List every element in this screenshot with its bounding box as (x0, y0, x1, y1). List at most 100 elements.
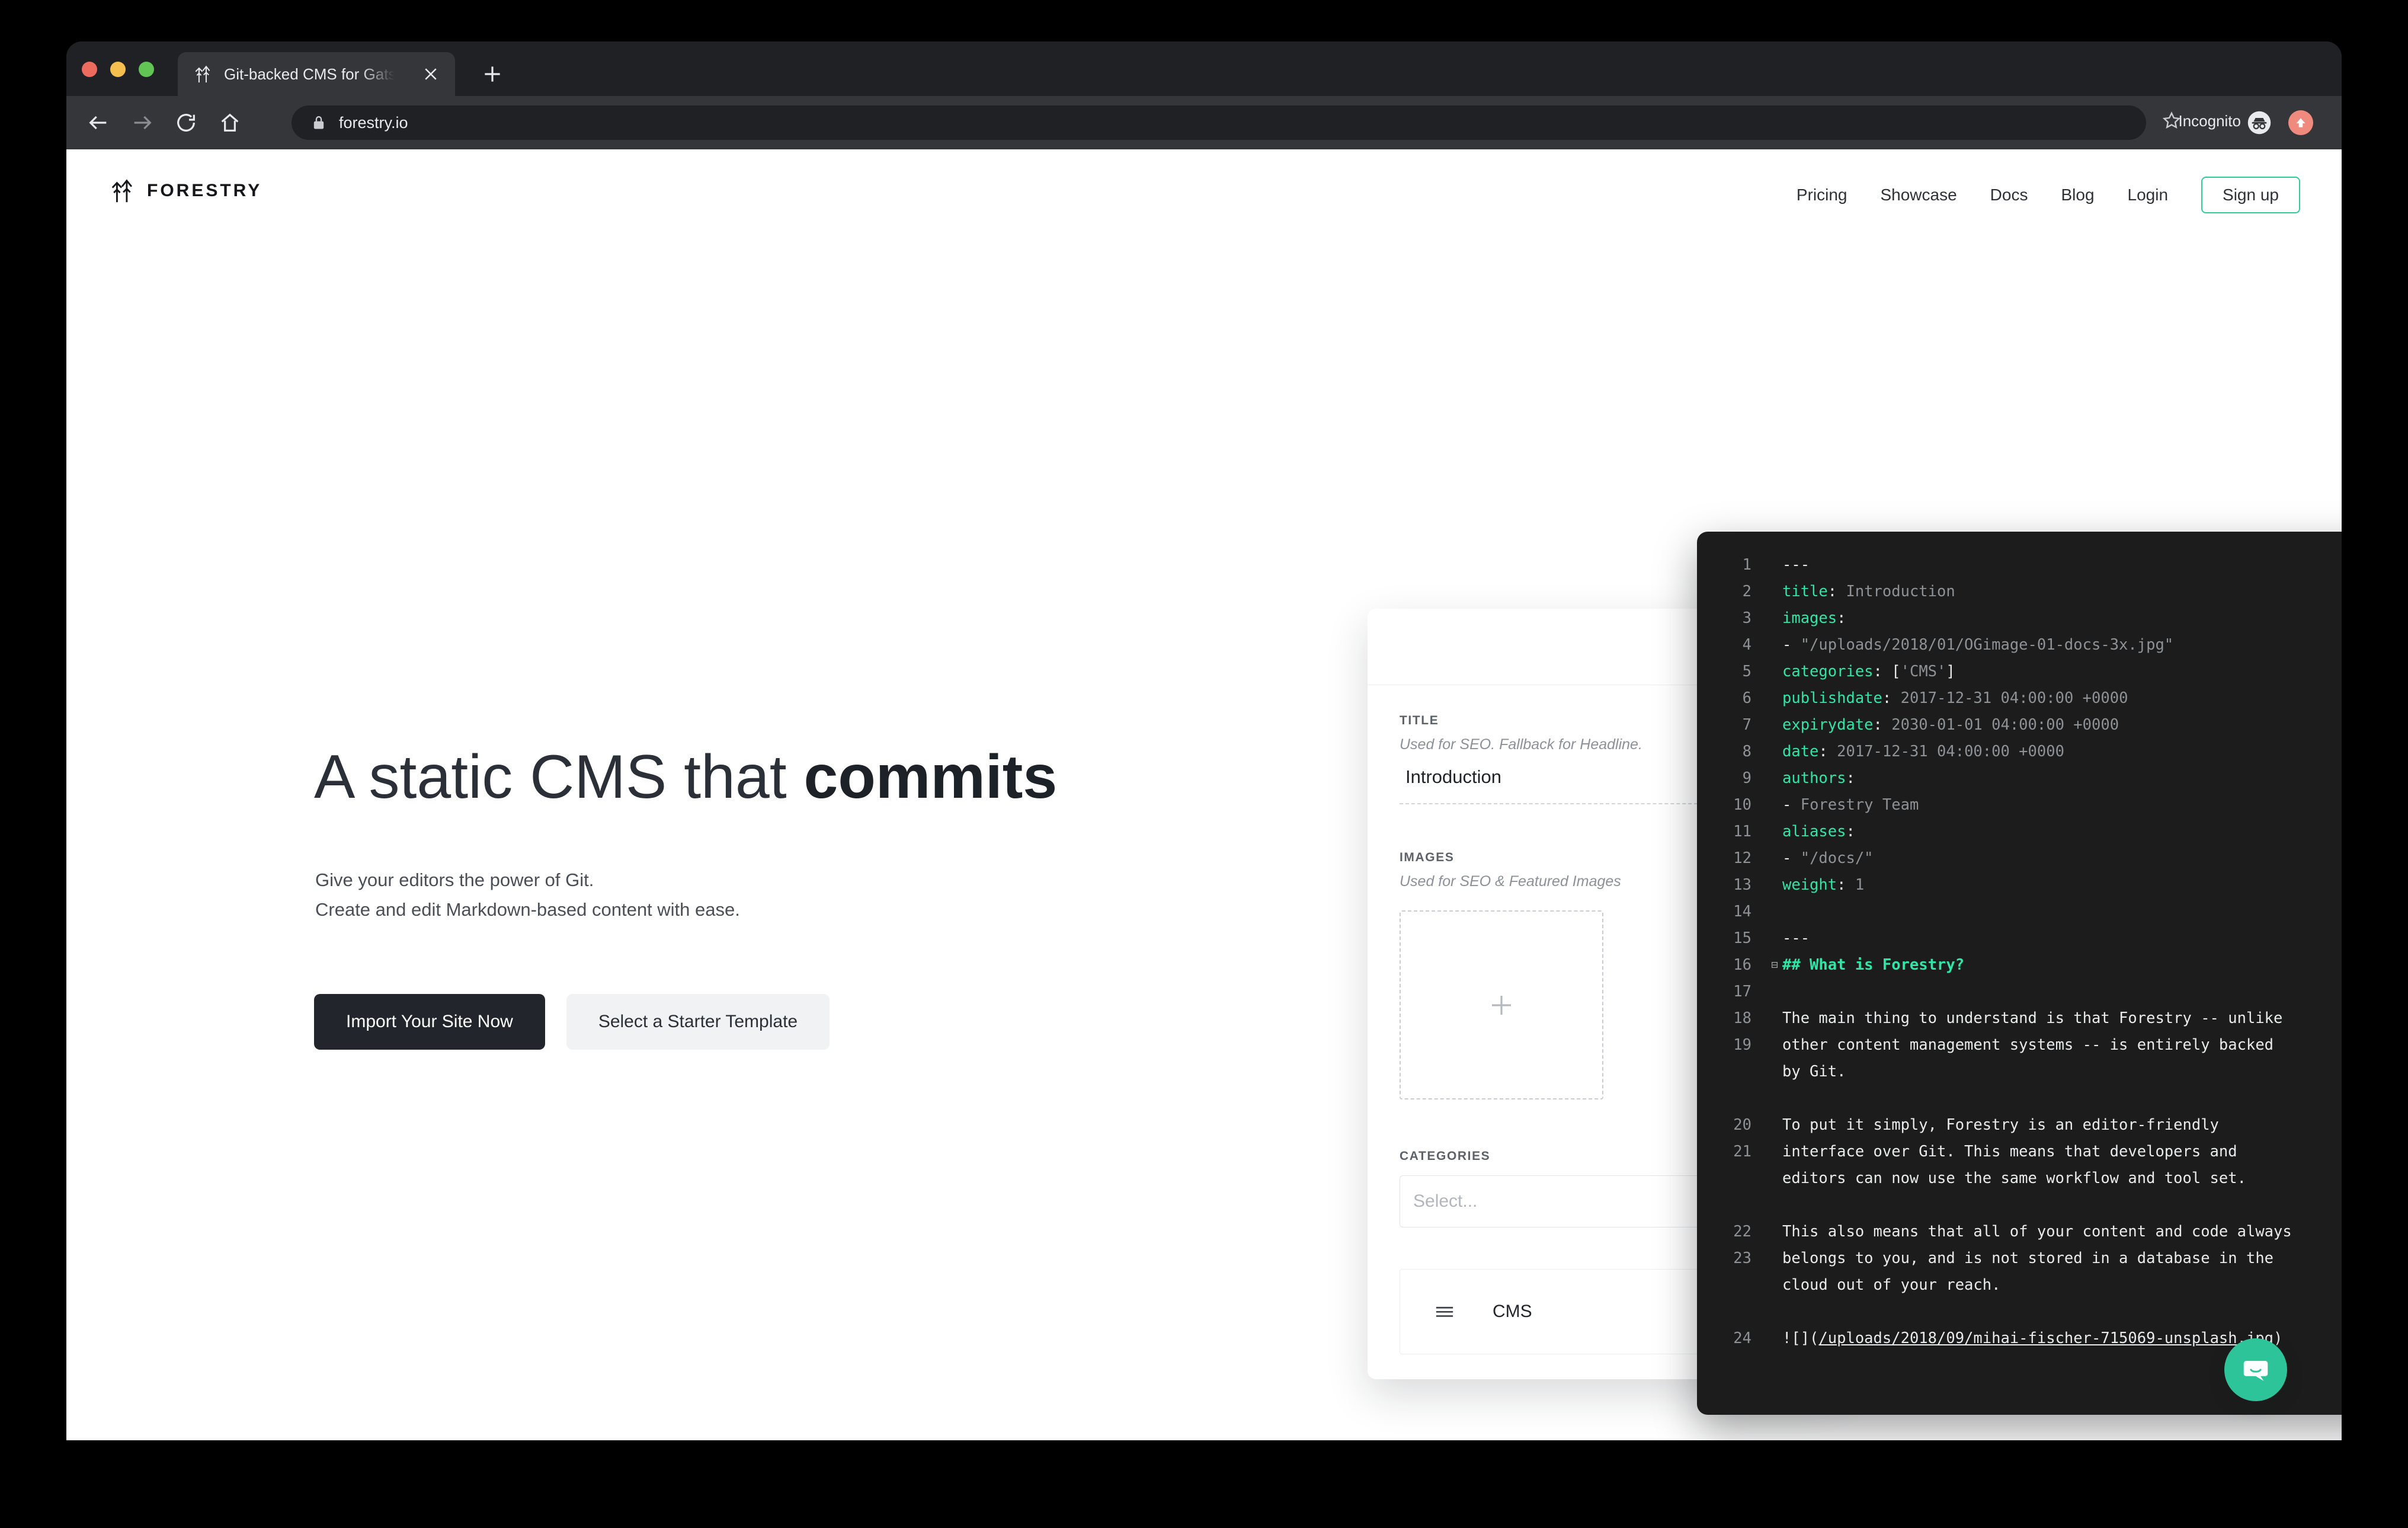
maximize-window-button[interactable] (139, 62, 154, 77)
code-line-text: aliases: (1782, 823, 1855, 840)
code-line-text: - "/uploads/2018/01/OGimage-01-docs-3x.j… (1782, 636, 2174, 654)
close-icon[interactable] (422, 65, 440, 83)
code-line: 9 authors: (1697, 765, 2342, 792)
hero-subtitle: Give your editors the power of Git. Crea… (315, 865, 740, 925)
browser-tab[interactable]: Git-backed CMS for Gatsby, Gr (178, 52, 455, 96)
reload-icon[interactable] (174, 111, 198, 135)
nav-item-showcase[interactable]: Showcase (1880, 186, 1956, 204)
category-name: CMS (1493, 1302, 1532, 1321)
code-line-number: 23 (1733, 1249, 1751, 1267)
update-arrow-icon[interactable] (2288, 110, 2313, 135)
home-icon[interactable] (218, 111, 242, 135)
code-line-number: 16 (1733, 956, 1751, 974)
code-line-text: belongs to you, and is not stored in a d… (1782, 1249, 2274, 1294)
chat-bubble-icon[interactable] (2224, 1338, 2287, 1401)
incognito-spy-icon[interactable] (2247, 110, 2272, 135)
drag-handle-icon[interactable] (1434, 1305, 1455, 1319)
code-line-number: 8 (1742, 743, 1751, 760)
code-line: 22 This also means that all of your conte… (1697, 1219, 2342, 1245)
plus-icon (1492, 995, 1511, 1015)
code-line-number: 10 (1733, 796, 1751, 814)
code-line: 14 (1697, 899, 2342, 925)
code-line: 2 title: Introduction (1697, 578, 2342, 605)
code-line: 16 ⊟ ## What is Forestry? (1697, 952, 2342, 979)
code-line-number: 11 (1733, 823, 1751, 840)
nav-item-login[interactable]: Login (2128, 186, 2169, 204)
forward-arrow-icon[interactable] (130, 111, 154, 135)
code-line-text: ![](/uploads/2018/09/mihai-fischer-71506… (1782, 1329, 2283, 1347)
desktop-background: Git-backed CMS for Gatsby, Gr forestr (0, 0, 2408, 1528)
webpage-viewport: FORESTRY Pricing Showcase Docs Blog Logi… (66, 149, 2342, 1440)
code-line-text: This also means that all of your content… (1782, 1223, 2292, 1241)
code-line-number: 18 (1733, 1009, 1751, 1027)
code-line: 5 categories: ['CMS'] (1697, 658, 2342, 685)
import-site-button[interactable]: Import Your Site Now (314, 994, 545, 1050)
code-line-text: expirydate: 2030-01-01 04:00:00 +0000 (1782, 716, 2119, 734)
code-line-text: --- (1782, 929, 1810, 947)
image-upload-dropzone[interactable] (1400, 910, 1603, 1099)
code-line-text: --- (1782, 556, 1810, 574)
code-line: 19 other content management systems -- is… (1697, 1032, 2342, 1085)
code-line: 18 The main thing to understand is that F… (1697, 1005, 2342, 1032)
code-line (1697, 1192, 2342, 1219)
code-fold-toggle-icon[interactable]: ⊟ (1767, 952, 1782, 979)
window-controls[interactable] (82, 62, 154, 77)
forestry-logo[interactable]: FORESTRY (109, 177, 262, 205)
hero-cta-group: Import Your Site Now Select a Starter Te… (314, 994, 830, 1050)
code-line-number: 21 (1733, 1143, 1751, 1161)
code-line-text: categories: ['CMS'] (1782, 663, 1955, 680)
headline-light: A static CMS that (314, 742, 804, 811)
code-line: 17 (1697, 979, 2342, 1005)
code-line-number: 2 (1742, 583, 1751, 600)
code-line: 23 belongs to you, and is not stored in a… (1697, 1245, 2342, 1299)
main-nav: Pricing Showcase Docs Blog Login Sign up (1763, 177, 2300, 213)
code-line: 7 expirydate: 2030-01-01 04:00:00 +0000 (1697, 712, 2342, 739)
code-line-text: authors: (1782, 769, 1855, 787)
lock-icon (313, 116, 324, 129)
code-line-number: 5 (1742, 663, 1751, 680)
code-line-text: - "/docs/" (1782, 849, 1874, 867)
close-window-button[interactable] (82, 62, 97, 77)
code-line-text: interface over Git. This means that deve… (1782, 1143, 2246, 1187)
code-line-number: 15 (1733, 929, 1751, 947)
hero-subtitle-line1: Give your editors the power of Git. (315, 870, 594, 890)
code-line-number: 6 (1742, 689, 1751, 707)
code-line-number: 13 (1733, 876, 1751, 894)
code-line: 13 weight: 1 (1697, 872, 2342, 899)
minimize-window-button[interactable] (110, 62, 126, 77)
nav-item-blog[interactable]: Blog (2061, 186, 2094, 204)
code-line: 20 To put it simply, Forestry is an edito… (1697, 1112, 2342, 1139)
code-line-text: The main thing to understand is that For… (1782, 1009, 2283, 1027)
code-line-number: 20 (1733, 1116, 1751, 1134)
code-line: 21 interface over Git. This means that de… (1697, 1139, 2342, 1192)
starter-template-button[interactable]: Select a Starter Template (566, 994, 830, 1050)
code-line: 6 publishdate: 2017-12-31 04:00:00 +0000 (1697, 685, 2342, 712)
page-title: A static CMS that commits (314, 742, 1057, 813)
code-line-text: To put it simply, Forestry is an editor-… (1782, 1116, 2219, 1134)
forestry-tree-icon (195, 65, 210, 83)
back-arrow-icon[interactable] (87, 111, 110, 135)
nav-item-pricing[interactable]: Pricing (1797, 186, 1847, 204)
site-header: FORESTRY Pricing Showcase Docs Blog Logi… (66, 149, 2342, 237)
code-line-number: 3 (1742, 609, 1751, 627)
code-line-number: 14 (1733, 903, 1751, 920)
address-bar[interactable]: forestry.io (292, 106, 2146, 140)
incognito-label: Incognito (2178, 112, 2241, 130)
code-line: 3 images: (1697, 605, 2342, 632)
tab-title: Git-backed CMS for Gatsby, Gr (224, 65, 395, 83)
logo-text: FORESTRY (147, 181, 262, 200)
nav-item-docs[interactable]: Docs (1990, 186, 2028, 204)
code-line (1697, 1085, 2342, 1112)
code-editor-panel[interactable]: 1 --- 2 title: Introduction 3 images: 4 - "/upl… (1697, 532, 2342, 1415)
code-line-text: other content management systems -- is e… (1782, 1036, 2274, 1081)
plus-icon[interactable] (481, 63, 504, 85)
browser-window: Git-backed CMS for Gatsby, Gr forestr (66, 41, 2342, 1440)
code-line-number: 22 (1733, 1223, 1751, 1241)
code-line-text: - Forestry Team (1782, 796, 1919, 814)
sign-up-button[interactable]: Sign up (2201, 177, 2300, 213)
